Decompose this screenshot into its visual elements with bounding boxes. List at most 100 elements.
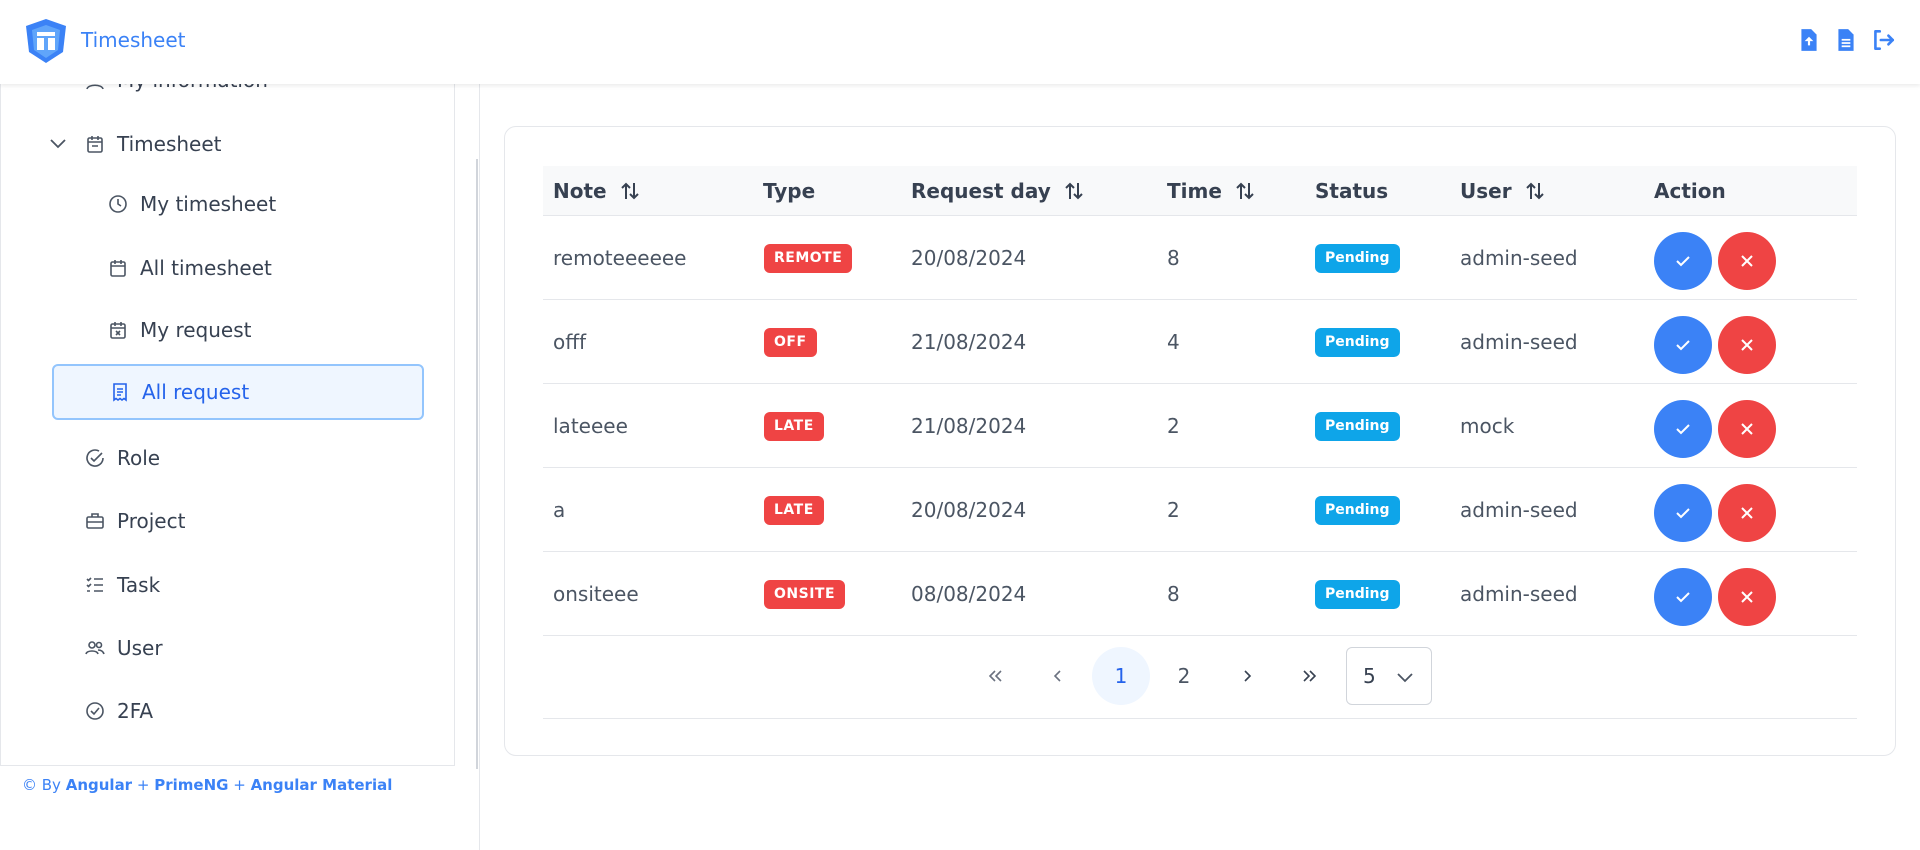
reject-button[interactable] [1718, 484, 1776, 542]
check-icon [1676, 508, 1690, 519]
sidebar-item-role[interactable]: Role [85, 446, 160, 470]
header-actions [1796, 27, 1896, 53]
type-tag: REMOTE [764, 244, 853, 273]
calendar-icon [110, 260, 126, 277]
next-page-button[interactable] [1218, 647, 1276, 705]
type-tag: LATE [764, 412, 824, 441]
request-day-cell: 21/08/2024 [911, 330, 1027, 354]
reject-button[interactable] [1718, 400, 1776, 458]
status-badge: Pending [1315, 412, 1400, 441]
note-cell: remoteeeeee [553, 246, 687, 270]
request-day-cell: 20/08/2024 [911, 498, 1027, 522]
approve-button[interactable] [1654, 568, 1712, 626]
table-row: remoteeeeee REMOTE 20/08/2024 8 Pending … [543, 216, 1857, 300]
page-button-1[interactable]: 1 [1092, 647, 1150, 705]
chevrons-right-icon [1303, 670, 1317, 682]
close-icon [1741, 423, 1753, 435]
sidebar-item-all-timesheet[interactable]: All timesheet [108, 256, 272, 280]
column-header-note[interactable]: Note [553, 179, 641, 203]
chevrons-left-icon [988, 670, 1002, 682]
check-icon [1676, 424, 1690, 435]
user-cell: admin-seed [1460, 246, 1578, 270]
note-cell: offf [553, 330, 587, 354]
request-day-cell: 08/08/2024 [911, 582, 1027, 606]
sidebar-scrollbar[interactable] [476, 159, 478, 769]
sort-icon[interactable] [1063, 180, 1085, 202]
last-page-button[interactable] [1281, 647, 1339, 705]
sidebar-item-all-request[interactable]: All request [52, 364, 424, 420]
requests-card: Note Type Request day Time Status User A… [504, 126, 1896, 756]
status-badge: Pending [1315, 328, 1400, 357]
sidebar-item-task[interactable]: Task [85, 573, 160, 597]
column-header-user[interactable]: User [1460, 179, 1546, 203]
sign-out-icon[interactable] [1870, 27, 1896, 53]
type-tag: ONSITE [764, 580, 846, 609]
app-title[interactable]: Timesheet [81, 28, 186, 52]
chevron-down-icon[interactable] [49, 135, 67, 153]
verified-icon [86, 702, 104, 720]
request-day-cell: 20/08/2024 [911, 246, 1027, 270]
footer-link-angular-material[interactable]: Angular Material [251, 776, 393, 794]
time-cell: 4 [1167, 330, 1180, 354]
first-page-button[interactable] [966, 647, 1024, 705]
sidebar-item-my-timesheet[interactable]: My timesheet [108, 192, 276, 216]
sort-icon[interactable] [1234, 180, 1256, 202]
approve-button[interactable] [1654, 400, 1712, 458]
sidebar-menu: My information Timesheet My timesheet Al… [0, 84, 455, 766]
note-cell: lateeee [553, 414, 628, 438]
column-header-time[interactable]: Time [1167, 179, 1256, 203]
column-header-request-day[interactable]: Request day [911, 179, 1085, 203]
rows-per-page-dropdown[interactable]: 5 [1346, 647, 1432, 705]
close-icon [1741, 591, 1753, 603]
check-icon [1676, 256, 1690, 267]
footer-link-angular[interactable]: Angular [66, 776, 132, 794]
user-cell: admin-seed [1460, 330, 1578, 354]
file-upload-icon[interactable] [1796, 27, 1822, 53]
user-cell: admin-seed [1460, 582, 1578, 606]
table-row: offf OFF 21/08/2024 4 Pending admin-seed [543, 300, 1857, 384]
sidebar-item-user[interactable]: User [85, 636, 163, 660]
reject-button[interactable] [1718, 232, 1776, 290]
user-cell: mock [1460, 414, 1515, 438]
footer-link-primeng[interactable]: PrimeNG [154, 776, 228, 794]
type-tag: LATE [764, 496, 824, 525]
reject-button[interactable] [1718, 316, 1776, 374]
sidebar-item-my-information[interactable]: My information [85, 84, 268, 92]
clock-icon [109, 195, 127, 213]
shield-logo-icon[interactable] [24, 18, 68, 64]
table-row: a LATE 20/08/2024 2 Pending admin-seed [543, 468, 1857, 552]
file-text-icon[interactable] [1833, 27, 1859, 53]
close-icon [1741, 339, 1753, 351]
sort-icon[interactable] [619, 180, 641, 202]
column-header-type: Type [763, 179, 816, 203]
table-header: Note Type Request day Time Status User A… [543, 166, 1857, 216]
time-cell: 2 [1167, 498, 1180, 522]
column-header-action: Action [1654, 179, 1726, 203]
status-badge: Pending [1315, 496, 1400, 525]
table-row: onsiteee ONSITE 08/08/2024 8 Pending adm… [543, 552, 1857, 636]
chevron-right-icon [1244, 670, 1252, 682]
previous-page-button[interactable] [1029, 647, 1087, 705]
sidebar-item-2fa[interactable]: 2FA [85, 699, 153, 723]
briefcase-icon [86, 513, 104, 529]
approve-button[interactable] [1654, 316, 1712, 374]
approve-button[interactable] [1654, 232, 1712, 290]
top-bar: Timesheet [0, 0, 1920, 84]
check-icon [1676, 592, 1690, 603]
reject-button[interactable] [1718, 568, 1776, 626]
check-circle-icon [86, 449, 104, 467]
approve-button[interactable] [1654, 484, 1712, 542]
sidebar-group-timesheet[interactable]: Timesheet [85, 132, 222, 156]
user-cell: admin-seed [1460, 498, 1578, 522]
note-cell: a [553, 498, 566, 522]
receipt-icon [113, 383, 127, 402]
sidebar-item-my-request[interactable]: My request [108, 318, 251, 342]
page-button-2[interactable]: 2 [1155, 647, 1213, 705]
rows-per-page-value: 5 [1363, 664, 1376, 688]
time-cell: 8 [1167, 582, 1180, 606]
sidebar-item-project[interactable]: Project [85, 509, 185, 533]
paginator: 1 2 5 [543, 647, 1857, 719]
close-icon [1741, 255, 1753, 267]
sort-icon[interactable] [1524, 180, 1546, 202]
footer-credit: © By Angular + PrimeNG + Angular Materia… [22, 776, 393, 794]
